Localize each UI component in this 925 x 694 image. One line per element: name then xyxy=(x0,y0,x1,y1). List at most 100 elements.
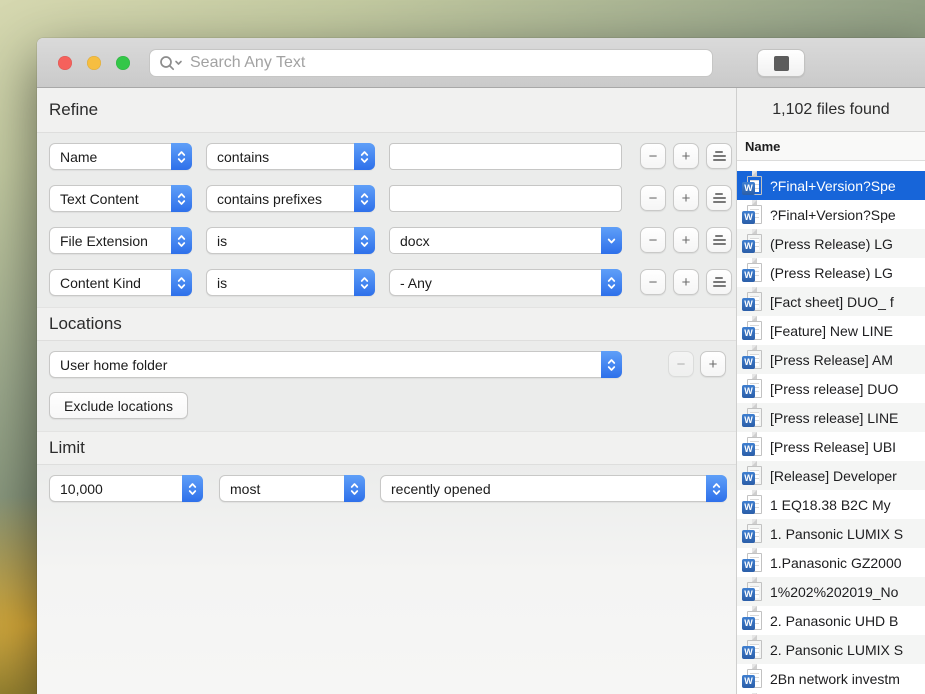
file-row[interactable]: W[Press release] DUO xyxy=(737,374,925,403)
file-name: 1.Panasonic GZ2000 xyxy=(770,555,902,571)
location-select[interactable]: User home folder xyxy=(49,351,622,378)
file-name: 1 EQ18.38 B2C My xyxy=(770,497,891,513)
file-row[interactable]: W 1.Panasonic GZ2000 xyxy=(737,548,925,577)
add-row-button[interactable]: + xyxy=(673,143,699,169)
word-badge: W xyxy=(742,559,755,572)
popup-updown-chevrons-icon xyxy=(354,269,375,296)
search-input[interactable] xyxy=(190,54,712,72)
file-name: [Press Release] AM xyxy=(770,352,893,368)
remove-row-button[interactable]: − xyxy=(640,269,666,295)
results-count-label: 1,102 files found xyxy=(772,101,889,119)
kind-select[interactable]: - Any xyxy=(389,269,622,296)
limit-criterion-select[interactable]: recently opened xyxy=(380,475,727,502)
remove-row-button[interactable]: − xyxy=(640,185,666,211)
location-select-value: User home folder xyxy=(50,357,601,373)
popup-updown-chevrons-icon xyxy=(354,143,375,170)
file-row[interactable]: W1 EQ18.38 B2C My xyxy=(737,490,925,519)
minus-icon: − xyxy=(649,232,658,249)
word-doc-icon: W xyxy=(742,582,762,602)
file-row[interactable]: W[Press release] LINE xyxy=(737,403,925,432)
word-doc-icon: W xyxy=(742,437,762,457)
search-field[interactable] xyxy=(149,49,713,77)
locations-section-header: Locations xyxy=(37,307,736,341)
operator-select[interactable]: is xyxy=(206,227,375,254)
word-badge: W xyxy=(742,269,755,282)
criterion-value-input[interactable] xyxy=(389,143,622,170)
criterion-value-input[interactable] xyxy=(389,185,622,212)
file-row[interactable]: W?Final+Version?Spe xyxy=(737,200,925,229)
operator-select[interactable]: contains xyxy=(206,143,375,170)
word-badge: W xyxy=(742,530,755,543)
row-options-button[interactable] xyxy=(706,185,732,211)
limit-row: 10,000 most recently opened xyxy=(37,475,736,502)
options-lines-icon xyxy=(713,277,726,287)
file-list[interactable]: W?Final+Version?SpeW?Final+Version?SpeW(… xyxy=(737,161,925,694)
popup-updown-chevrons-icon xyxy=(171,185,192,212)
locations-title: Locations xyxy=(49,314,122,334)
word-doc-icon: W xyxy=(742,611,762,631)
word-doc-icon: W xyxy=(742,321,762,341)
attribute-select[interactable]: File Extension xyxy=(49,227,192,254)
attribute-select[interactable]: Text Content xyxy=(49,185,192,212)
popup-updown-chevrons-icon xyxy=(706,475,727,502)
add-location-button[interactable]: + xyxy=(700,351,726,377)
file-name: [Press Release] UBI xyxy=(770,439,896,455)
word-doc-icon: W xyxy=(742,524,762,544)
exclude-locations-label: Exclude locations xyxy=(64,398,173,414)
attribute-select[interactable]: Name xyxy=(49,143,192,170)
row-options-button[interactable] xyxy=(706,269,732,295)
stop-search-button[interactable] xyxy=(757,49,805,77)
remove-row-button[interactable]: − xyxy=(640,143,666,169)
minimize-window-button[interactable] xyxy=(87,56,101,70)
file-row[interactable]: W[Feature] New LINE xyxy=(737,316,925,345)
file-row[interactable]: W2Bn network investm xyxy=(737,664,925,693)
limit-qualifier-select[interactable]: most xyxy=(219,475,365,502)
close-window-button[interactable] xyxy=(58,56,72,70)
minus-icon: − xyxy=(649,274,658,291)
file-row[interactable]: W(Press Release) LG xyxy=(737,258,925,287)
remove-location-button[interactable]: − xyxy=(668,351,694,377)
add-row-button[interactable]: + xyxy=(673,269,699,295)
minus-icon: − xyxy=(649,190,658,207)
file-name: [Fact sheet] DUO_ f xyxy=(770,294,894,310)
titlebar[interactable] xyxy=(37,38,925,88)
plus-icon: + xyxy=(682,232,691,249)
row-options-button[interactable] xyxy=(706,143,732,169)
file-row[interactable]: W[Press Release] AM xyxy=(737,345,925,374)
word-doc-icon: W xyxy=(742,292,762,312)
file-row[interactable]: W [Fact sheet] DUO_ f xyxy=(737,287,925,316)
operator-select[interactable]: contains prefixes xyxy=(206,185,375,212)
file-row[interactable]: W [Press Release] UBI xyxy=(737,432,925,461)
zoom-window-button[interactable] xyxy=(116,56,130,70)
remove-row-button[interactable]: − xyxy=(640,227,666,253)
plus-icon: + xyxy=(682,190,691,207)
word-badge: W xyxy=(742,472,755,485)
popup-updown-chevrons-icon xyxy=(344,475,365,502)
file-row[interactable]: W2. Pansonic LUMIX S xyxy=(737,635,925,664)
plus-icon: + xyxy=(682,148,691,165)
word-badge: W xyxy=(742,646,755,659)
word-doc-icon: W xyxy=(742,234,762,254)
word-doc-icon: W xyxy=(742,669,762,689)
word-badge: W xyxy=(742,327,755,340)
limit-count-select[interactable]: 10,000 xyxy=(49,475,203,502)
file-row[interactable]: W[Release] Developer xyxy=(737,461,925,490)
file-row[interactable]: W?Final+Version?Spe xyxy=(737,171,925,200)
plus-icon: + xyxy=(682,274,691,291)
add-row-button[interactable]: + xyxy=(673,227,699,253)
file-row[interactable]: W1. Pansonic LUMIX S xyxy=(737,519,925,548)
word-doc-icon: W xyxy=(742,263,762,283)
name-column-header[interactable]: Name xyxy=(737,132,925,161)
word-badge: W xyxy=(742,443,755,456)
file-row[interactable]: W(Press Release) LG xyxy=(737,229,925,258)
attribute-select[interactable]: Content Kind xyxy=(49,269,192,296)
add-row-button[interactable]: + xyxy=(673,185,699,211)
operator-select[interactable]: is xyxy=(206,269,375,296)
row-options-button[interactable] xyxy=(706,227,732,253)
word-badge: W xyxy=(742,414,755,427)
extension-combo-box[interactable]: docx xyxy=(389,227,622,254)
file-row[interactable]: W2. Panasonic UHD B xyxy=(737,606,925,635)
operator-select-value: is xyxy=(207,275,354,291)
file-row[interactable]: W1%202%202019_No xyxy=(737,577,925,606)
exclude-locations-button[interactable]: Exclude locations xyxy=(49,392,188,419)
